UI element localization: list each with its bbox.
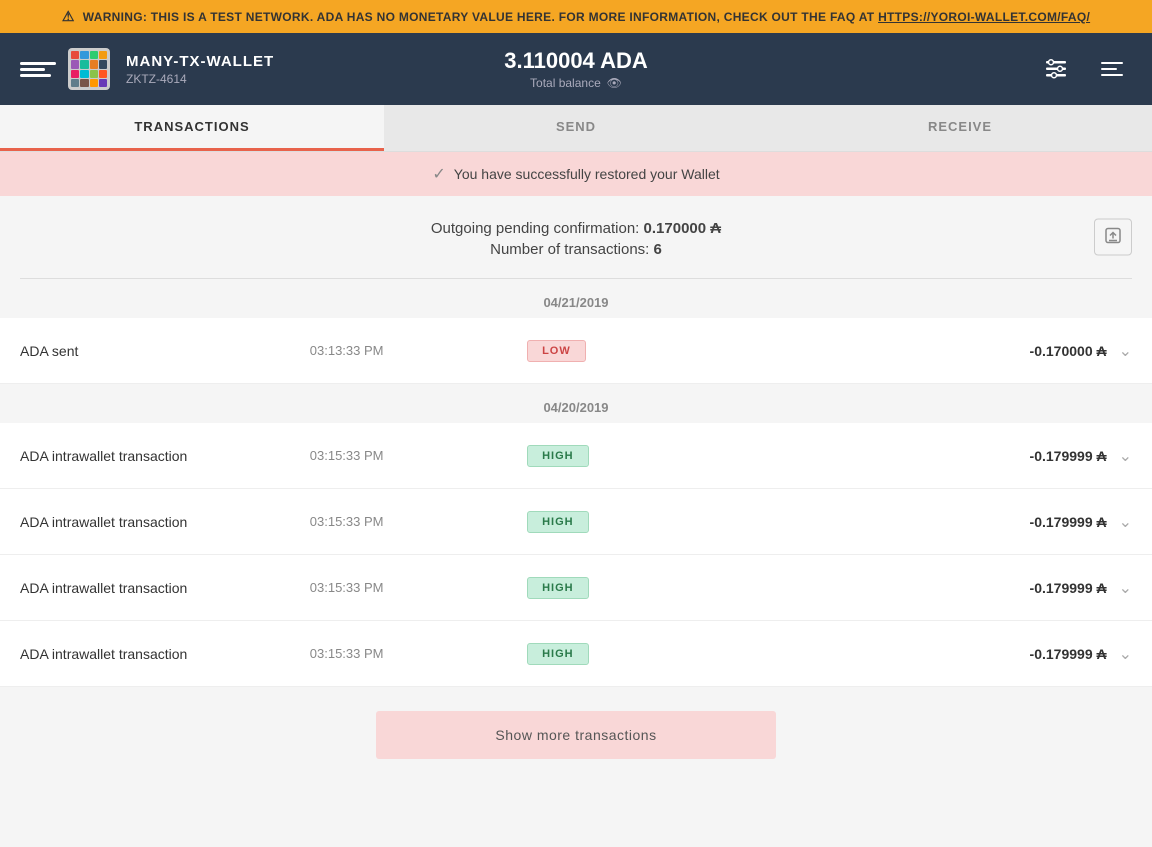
avatar-cell — [90, 60, 98, 68]
tx-time: 03:15:33 PM — [310, 580, 527, 595]
badge-label: HIGH — [527, 577, 589, 599]
tx-time: 03:15:33 PM — [310, 448, 527, 463]
avatar-cell — [80, 60, 88, 68]
avatar-cell — [71, 79, 79, 87]
avatar-cell — [80, 51, 88, 59]
summary: Outgoing pending confirmation: 0.170000 … — [0, 196, 1152, 278]
check-icon: ✓ — [432, 164, 445, 184]
tx-amount: -0.170000 ₳ — [817, 343, 1107, 359]
badge-label: HIGH — [527, 445, 589, 467]
transactions-container: 04/21/2019 ADA sent 03:13:33 PM LOW -0.1… — [0, 279, 1152, 687]
avatar-cell — [80, 70, 88, 78]
show-more-button[interactable]: Show more transactions — [376, 711, 776, 759]
main-content: Outgoing pending confirmation: 0.170000 … — [0, 196, 1152, 783]
logo-line-1 — [20, 62, 56, 65]
tx-amount: -0.179999 ₳ — [817, 514, 1107, 530]
avatar-cell — [99, 51, 107, 59]
warning-link[interactable]: HTTPS://YOROI-WALLET.COM/FAQ/ — [878, 10, 1090, 24]
avatar-cell — [71, 70, 79, 78]
tx-type: ADA intrawallet transaction — [20, 580, 310, 596]
header-right — [761, 49, 1132, 89]
avatar-cell — [71, 51, 79, 59]
tx-amount: -0.179999 ₳ — [817, 646, 1107, 662]
table-row[interactable]: ADA intrawallet transaction 03:15:33 PM … — [0, 423, 1152, 489]
wallet-avatar — [68, 48, 110, 90]
success-text: You have successfully restored your Wall… — [454, 166, 720, 182]
tab-receive[interactable]: RECEIVE — [768, 105, 1152, 151]
chevron-down-icon: ⌄ — [1119, 512, 1132, 532]
tx-type: ADA intrawallet transaction — [20, 514, 310, 530]
avatar-cell — [80, 79, 88, 87]
tx-badge: HIGH — [527, 445, 817, 467]
tx-amount: -0.179999 ₳ — [817, 580, 1107, 596]
chevron-down-icon: ⌄ — [1119, 446, 1132, 466]
avatar-cell — [90, 51, 98, 59]
success-banner: ✓ You have successfully restored your Wa… — [0, 152, 1152, 196]
logo-icon — [20, 51, 56, 87]
settings-icon-btn[interactable] — [1036, 49, 1076, 89]
badge-label: HIGH — [527, 511, 589, 533]
tx-type: ADA intrawallet transaction — [20, 448, 310, 464]
wallet-avatar-grid — [71, 51, 107, 87]
tx-count: 6 — [654, 241, 662, 258]
logo-line-3 — [20, 74, 51, 77]
avatar-cell — [71, 60, 79, 68]
header-center: 3.110004 ADA Total balance 👁 — [391, 48, 762, 90]
header-left: MANY-TX-WALLET ZKTZ-4614 — [20, 48, 391, 90]
warning-icon: ⚠ — [62, 8, 75, 25]
table-row[interactable]: ADA sent 03:13:33 PM LOW -0.170000 ₳ ⌄ — [0, 318, 1152, 384]
table-row[interactable]: ADA intrawallet transaction 03:15:33 PM … — [0, 489, 1152, 555]
settings-icon — [1042, 55, 1070, 83]
tx-badge: LOW — [527, 340, 817, 362]
pending-amount: 0.170000 ₳ — [644, 220, 722, 237]
tx-badge: HIGH — [527, 577, 817, 599]
chevron-down-icon: ⌄ — [1119, 644, 1132, 664]
tx-count-line: Number of transactions: 6 — [20, 241, 1132, 258]
avatar-cell — [99, 60, 107, 68]
logo-line-2 — [20, 68, 45, 71]
avatar-cell — [99, 79, 107, 87]
tx-badge: HIGH — [527, 643, 817, 665]
tx-amount: -0.179999 ₳ — [817, 448, 1107, 464]
chevron-down-icon: ⌄ — [1119, 578, 1132, 598]
export-button[interactable] — [1094, 219, 1132, 256]
warning-text: WARNING: THIS IS A TEST NETWORK. ADA HAS… — [83, 10, 1090, 24]
header: MANY-TX-WALLET ZKTZ-4614 3.110004 ADA To… — [0, 33, 1152, 105]
tab-transactions[interactable]: TRANSACTIONS — [0, 105, 384, 151]
balance-label: Total balance 👁 — [391, 76, 762, 90]
badge-label: HIGH — [527, 643, 589, 665]
wallet-id: ZKTZ-4614 — [126, 72, 274, 86]
show-more-container: Show more transactions — [0, 687, 1152, 783]
pending-line: Outgoing pending confirmation: 0.170000 … — [20, 220, 1132, 237]
avatar-cell — [90, 79, 98, 87]
pending-label: Outgoing pending confirmation: — [431, 220, 639, 237]
balance-amount: 3.110004 ADA — [391, 48, 762, 74]
badge-label: LOW — [527, 340, 586, 362]
wallet-name: MANY-TX-WALLET — [126, 53, 274, 70]
table-row[interactable]: ADA intrawallet transaction 03:15:33 PM … — [0, 621, 1152, 687]
date-label-1: 04/20/2019 — [0, 384, 1152, 423]
avatar-cell — [90, 70, 98, 78]
wallet-info: MANY-TX-WALLET ZKTZ-4614 — [126, 53, 274, 86]
export-icon — [1103, 226, 1123, 246]
tx-time: 03:13:33 PM — [310, 343, 527, 358]
tx-count-label: Number of transactions: — [490, 241, 649, 258]
date-label-0: 04/21/2019 — [0, 279, 1152, 318]
tx-time: 03:15:33 PM — [310, 514, 527, 529]
menu-icon — [1098, 55, 1126, 83]
table-row[interactable]: ADA intrawallet transaction 03:15:33 PM … — [0, 555, 1152, 621]
tx-badge: HIGH — [527, 511, 817, 533]
tx-time: 03:15:33 PM — [310, 646, 527, 661]
tx-type: ADA intrawallet transaction — [20, 646, 310, 662]
menu-icon-btn[interactable] — [1092, 49, 1132, 89]
avatar-cell — [99, 70, 107, 78]
tabs: TRANSACTIONS SEND RECEIVE — [0, 105, 1152, 152]
chevron-down-icon: ⌄ — [1119, 341, 1132, 361]
tx-type: ADA sent — [20, 343, 310, 359]
tab-send[interactable]: SEND — [384, 105, 768, 151]
eye-icon[interactable]: 👁 — [607, 76, 622, 90]
warning-bar: ⚠ WARNING: THIS IS A TEST NETWORK. ADA H… — [0, 0, 1152, 33]
